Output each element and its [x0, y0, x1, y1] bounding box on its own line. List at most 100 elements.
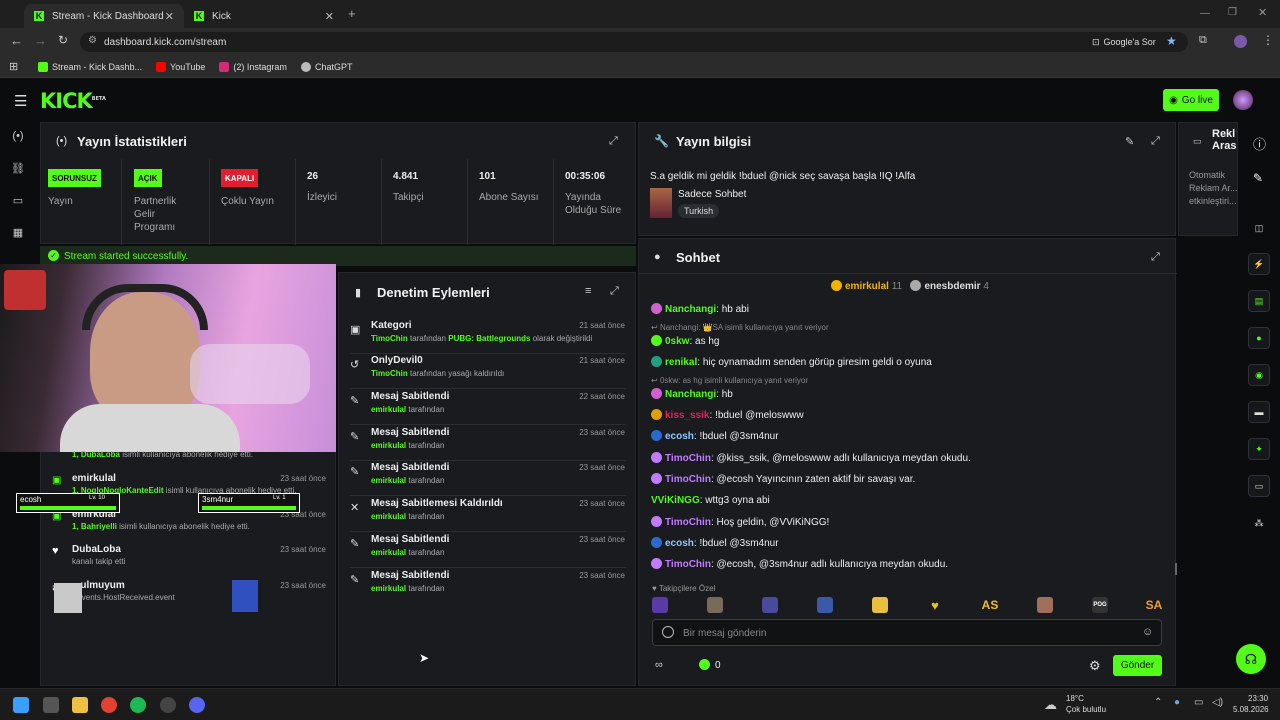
- spotify-icon[interactable]: [130, 697, 146, 713]
- chat-username[interactable]: Nanchangi: [665, 389, 716, 400]
- minimize-icon[interactable]: —: [1200, 8, 1210, 19]
- chat-username[interactable]: ecosh: [665, 538, 694, 549]
- support-headset-icon[interactable]: ☊: [1236, 644, 1266, 674]
- volume-icon[interactable]: ◁): [1212, 697, 1223, 708]
- emote-7[interactable]: [1037, 597, 1053, 613]
- activity-item: ▣ emirkulal 1, Bahriyelli isimli kullanı…: [52, 509, 326, 531]
- menu-dots-icon[interactable]: ⋮: [1262, 33, 1274, 47]
- broadcast-icon[interactable]: ◉: [1248, 364, 1270, 386]
- go-live-button[interactable]: ◉ Go live: [1163, 89, 1219, 111]
- emote-4[interactable]: [817, 597, 833, 613]
- bookmark-star-icon[interactable]: ★: [1166, 34, 1177, 48]
- close-tab-icon[interactable]: ✕: [325, 10, 334, 23]
- tab-kick-dashboard[interactable]: K Stream - Kick Dashboard ✕: [24, 4, 184, 28]
- back-icon[interactable]: ←: [10, 33, 23, 48]
- user-badge-icon: [651, 452, 662, 463]
- screenshot-icon[interactable]: ◫: [1248, 217, 1270, 239]
- stream-info-panel: 🔧 Yayın bilgisi ✎ ⤢ S.a geldik mi geldik…: [638, 122, 1176, 236]
- expand-icon[interactable]: ⤢: [610, 285, 619, 298]
- edit-icon[interactable]: ✎: [1125, 135, 1134, 148]
- emoji-icon[interactable]: ☺: [1142, 626, 1153, 638]
- reload-icon[interactable]: ↻: [58, 33, 68, 47]
- emote-1[interactable]: [652, 597, 668, 613]
- bookmark-chatgpt[interactable]: ChatGPT: [300, 61, 352, 72]
- forward-icon[interactable]: →: [34, 33, 47, 48]
- send-button[interactable]: Gönder: [1113, 655, 1162, 676]
- chat-username[interactable]: TimoChin: [665, 453, 711, 464]
- wrench-icon[interactable]: ✦: [1248, 438, 1270, 460]
- chat-reply-context: ↩ Nanchangi: 👑SA isimli kullanıcıya yanı…: [651, 323, 829, 332]
- bookmark-youtube[interactable]: YouTube: [156, 61, 205, 72]
- reply-arrow-icon: ↩: [651, 323, 658, 332]
- emote-heart[interactable]: ♥: [927, 597, 943, 613]
- emote-2[interactable]: [707, 597, 723, 613]
- task-view-icon[interactable]: [43, 697, 59, 713]
- user-avatar[interactable]: [1233, 90, 1253, 110]
- extensions-icon[interactable]: ⧉: [1199, 34, 1207, 47]
- layout-icon[interactable]: ▬: [1248, 401, 1270, 423]
- close-tab-icon[interactable]: ✕: [165, 10, 174, 23]
- edit-icon[interactable]: ✎: [1253, 171, 1263, 185]
- maximize-icon[interactable]: ❐: [1228, 7, 1237, 18]
- category-name[interactable]: Sadece Sohbet: [678, 189, 746, 200]
- chat-username[interactable]: ecosh: [665, 431, 694, 442]
- panel-icon[interactable]: ▭: [1248, 475, 1270, 497]
- chat-scrollbar[interactable]: [1175, 563, 1177, 575]
- discord-icon[interactable]: [189, 697, 205, 713]
- info-icon[interactable]: ⓘ: [1253, 134, 1266, 153]
- health-bar: [20, 506, 116, 510]
- chat-username[interactable]: TimoChin: [665, 517, 711, 528]
- url-input[interactable]: ⚙ dashboard.kick.com/stream ⊡ Google'a So…: [80, 32, 1188, 52]
- mod-action-item: ✎ Mesaj Sabitlendi emirkulal tarafından 23 …: [342, 427, 636, 462]
- file-explorer-icon[interactable]: [72, 697, 88, 713]
- emote-as[interactable]: AS: [982, 597, 999, 613]
- emote-sa[interactable]: SA: [1146, 597, 1163, 613]
- apps-grid-icon[interactable]: ⊞: [9, 60, 18, 73]
- chat-username[interactable]: Nanchangi: [665, 304, 716, 315]
- analytics-icon[interactable]: ▦: [10, 226, 26, 242]
- link-icon[interactable]: ⛓: [10, 162, 26, 178]
- bookmark-kick[interactable]: Stream - Kick Dashb...: [38, 61, 142, 72]
- stats-grid: SORUNSUZ Yayın AÇIK Partnerlik Gelir Pro…: [41, 159, 637, 245]
- chat-username[interactable]: kiss_ssik: [665, 410, 710, 421]
- chat-username[interactable]: VViKiNGG: [651, 495, 700, 506]
- browser-icon[interactable]: ▭: [10, 194, 26, 210]
- expand-icon[interactable]: ⤢: [1151, 135, 1160, 148]
- chat-username[interactable]: TimoChin: [665, 474, 711, 485]
- community-icon[interactable]: ⁂: [1248, 512, 1270, 534]
- document-icon[interactable]: ▤: [1248, 290, 1270, 312]
- expand-icon[interactable]: ⤢: [609, 135, 618, 148]
- tray-chevron-icon[interactable]: ⌃: [1154, 697, 1162, 708]
- window-close-icon[interactable]: ✕: [1258, 6, 1267, 19]
- google-ask-button[interactable]: ⊡ Google'a Sor: [1086, 34, 1162, 50]
- stream-icon[interactable]: (•): [10, 130, 26, 146]
- chat-input[interactable]: Bir mesaj gönderin ☺: [652, 619, 1162, 646]
- windows-start-icon[interactable]: [13, 697, 29, 713]
- hamburger-menu-icon[interactable]: ☰: [14, 92, 27, 110]
- filter-icon[interactable]: ≡: [585, 285, 591, 297]
- chat-username[interactable]: 0skw: [665, 336, 689, 347]
- emote-8[interactable]: POG: [1092, 597, 1108, 613]
- bookmark-instagram[interactable]: (2) Instagram: [219, 61, 287, 72]
- tab-kick[interactable]: K Kick ✕: [184, 4, 344, 28]
- site-info-icon[interactable]: ⚙: [88, 35, 97, 46]
- new-tab-icon[interactable]: +: [348, 6, 356, 21]
- expand-icon[interactable]: ⤢: [1151, 251, 1160, 264]
- chat-username[interactable]: renikal: [665, 357, 697, 368]
- emote-3[interactable]: [762, 597, 778, 613]
- divider: [121, 159, 122, 245]
- lightning-icon[interactable]: ⚡: [1248, 253, 1270, 275]
- obs-icon[interactable]: [160, 697, 176, 713]
- profile-avatar[interactable]: [1234, 35, 1247, 48]
- emote-5[interactable]: [872, 597, 888, 613]
- chat-settings-icon[interactable]: ⚙: [1089, 658, 1101, 674]
- display-icon[interactable]: ▭: [1194, 697, 1203, 708]
- chrome-icon[interactable]: [101, 697, 117, 713]
- wrench-icon: 🔧: [654, 134, 669, 148]
- shirt: [60, 404, 240, 452]
- kick-logo[interactable]: KICKBETA: [40, 89, 106, 113]
- chat-username[interactable]: TimoChin: [665, 559, 711, 570]
- chat-icon[interactable]: ●: [1248, 327, 1270, 349]
- language-tag[interactable]: Turkish: [678, 204, 720, 218]
- mic-icon[interactable]: ●: [1174, 697, 1180, 708]
